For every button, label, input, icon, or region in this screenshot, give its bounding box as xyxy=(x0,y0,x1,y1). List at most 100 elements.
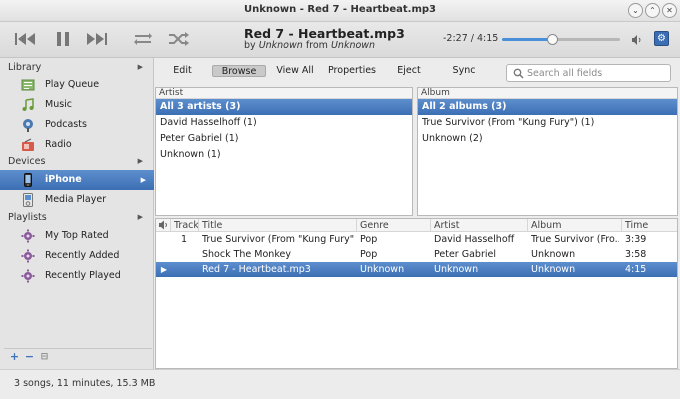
volume-icon[interactable] xyxy=(631,34,643,46)
by-label: by xyxy=(244,40,256,51)
sidebar-item-label: Recently Played xyxy=(45,270,121,281)
maximize-icon[interactable]: ⌃ xyxy=(645,3,660,18)
track-list: Track Title Genre Artist Album Time 1 Tr… xyxy=(155,218,678,369)
nav-sync-button[interactable]: Sync xyxy=(452,65,476,77)
table-row[interactable]: ▶ Red 7 - Heartbeat.mp3 Unknown Unknown … xyxy=(156,262,677,277)
close-icon[interactable]: ✕ xyxy=(662,3,677,18)
sidebar-item-recently-added[interactable]: Recently Added xyxy=(0,246,154,266)
nav-properties-button[interactable]: Properties xyxy=(328,65,376,77)
album-row[interactable]: All 2 albums (3) xyxy=(418,99,677,115)
now-playing-title: Red 7 - Heartbeat.mp3 xyxy=(244,26,405,41)
seek-slider[interactable] xyxy=(502,34,620,45)
column-header-title[interactable]: Title xyxy=(198,219,356,232)
sidebar-item-label: Media Player xyxy=(45,194,107,205)
sidebar-item-podcasts[interactable]: Podcasts xyxy=(0,115,154,135)
chevron-right-icon: ▶ xyxy=(137,63,143,71)
now-playing-artist: Unknown xyxy=(258,40,303,51)
playlist-options-icon[interactable]: ⊟ xyxy=(38,351,51,364)
nav-view-all-button[interactable]: View All xyxy=(276,65,314,77)
speaker-icon[interactable] xyxy=(156,219,170,232)
seek-progress xyxy=(502,38,552,41)
artist-pane: Artist All 3 artists (3) David Hasselhof… xyxy=(155,87,413,216)
artist-row[interactable]: Peter Gabriel (1) xyxy=(156,131,412,147)
chevron-right-icon: ▶ xyxy=(140,176,146,184)
search-box[interactable] xyxy=(506,64,671,82)
music-note-icon xyxy=(21,98,35,112)
table-row[interactable]: Shock The Monkey Pop Peter Gabriel Unkno… xyxy=(156,247,677,262)
settings-gear-icon[interactable]: ⚙ xyxy=(654,31,669,46)
add-playlist-icon[interactable]: + xyxy=(8,351,21,364)
artist-row[interactable]: All 3 artists (3) xyxy=(156,99,412,115)
cell-album: Unknown xyxy=(531,264,576,275)
cell-track: 1 xyxy=(180,234,188,245)
artist-row[interactable]: Unknown (1) xyxy=(156,147,412,163)
from-label: from xyxy=(305,40,328,51)
track-list-header: Track Title Genre Artist Album Time xyxy=(156,219,677,232)
column-header-genre[interactable]: Genre xyxy=(356,219,430,232)
shuffle-icon[interactable] xyxy=(166,28,192,50)
repeat-icon[interactable] xyxy=(130,28,156,50)
album-pane-header: Album xyxy=(418,88,677,99)
column-header-album[interactable]: Album xyxy=(527,219,621,232)
smart-playlist-icon xyxy=(21,229,35,243)
sidebar-item-label: Music xyxy=(45,99,73,110)
album-pane: Album All 2 albums (3) True Survivor (Fr… xyxy=(417,87,678,216)
status-text: 3 songs, 11 minutes, 15.3 MB xyxy=(14,378,156,389)
sidebar-item-recently-played[interactable]: Recently Played xyxy=(0,266,154,286)
artist-pane-header: Artist xyxy=(156,88,412,99)
cell-title: Shock The Monkey xyxy=(202,249,291,260)
window-titlebar: Unknown - Red 7 - Heartbeat.mp3 ⌄ ⌃ ✕ xyxy=(0,0,680,22)
seek-handle[interactable] xyxy=(546,34,558,45)
table-row[interactable]: 1 True Survivor (From "Kung Fury") Pop D… xyxy=(156,232,677,247)
time-display: -2:27 / 4:15 xyxy=(443,33,499,44)
search-icon xyxy=(513,68,524,79)
sidebar-item-music[interactable]: Music xyxy=(0,95,154,115)
nav-edit-button[interactable]: Edit xyxy=(169,65,196,77)
column-header-track[interactable]: Track xyxy=(170,219,199,232)
album-row[interactable]: Unknown (2) xyxy=(418,131,677,147)
nav-browse-button[interactable]: Browse xyxy=(212,65,266,77)
cell-time: 3:58 xyxy=(625,249,647,260)
sidebar-item-my-top-rated[interactable]: My Top Rated xyxy=(0,226,154,246)
nav-eject-button[interactable]: Eject xyxy=(395,65,423,77)
column-header-artist[interactable]: Artist xyxy=(430,219,527,232)
section-label: Devices xyxy=(8,156,46,167)
sidebar-item-play-queue[interactable]: Play Queue xyxy=(0,75,154,95)
previous-track-icon[interactable] xyxy=(12,28,38,50)
cell-genre: Pop xyxy=(360,249,378,260)
cell-album: Unknown xyxy=(531,249,576,260)
player-toolbar: Red 7 - Heartbeat.mp3 by Unknown from Un… xyxy=(0,22,680,58)
chevron-right-icon: ▶ xyxy=(137,213,143,221)
sidebar-item-radio[interactable]: Radio xyxy=(0,135,154,155)
search-input[interactable] xyxy=(527,66,667,80)
sidebar-item-label: My Top Rated xyxy=(45,230,109,241)
sidebar-item-label: iPhone xyxy=(45,174,82,185)
cell-genre: Unknown xyxy=(360,264,405,275)
now-playing-album: Unknown xyxy=(330,40,376,51)
collapse-icon[interactable]: ⌄ xyxy=(628,3,643,18)
artist-row[interactable]: David Hasselhoff (1) xyxy=(156,115,412,131)
pause-icon[interactable] xyxy=(50,28,76,50)
next-track-icon[interactable] xyxy=(84,28,110,50)
sidebar-item-media-player[interactable]: Media Player xyxy=(0,190,154,210)
section-label: Playlists xyxy=(8,212,47,223)
sidebar-section-playlists[interactable]: Playlists ▶ xyxy=(0,209,154,226)
cell-track xyxy=(172,247,196,262)
cell-time: 3:39 xyxy=(625,234,647,245)
cell-artist: Peter Gabriel xyxy=(434,249,496,260)
sidebar-section-library[interactable]: Library ▶ xyxy=(0,59,154,76)
sidebar-section-devices[interactable]: Devices ▶ xyxy=(0,153,154,170)
sidebar-item-iphone[interactable]: iPhone ▶ xyxy=(0,170,154,190)
remove-playlist-icon[interactable]: − xyxy=(23,351,36,364)
album-row[interactable]: True Survivor (From "Kung Fury") (1) xyxy=(418,115,677,131)
column-header-time[interactable]: Time xyxy=(621,219,677,232)
smart-playlist-icon xyxy=(21,249,35,263)
cell-genre: Pop xyxy=(360,234,378,245)
chevron-right-icon: ▶ xyxy=(137,157,143,165)
sidebar-item-label: Play Queue xyxy=(45,79,100,90)
sidebar-item-label: Recently Added xyxy=(45,250,120,261)
sidebar: Library ▶ Play Queue Music Podcasts Radi… xyxy=(0,58,154,369)
view-navbar: Edit Browse View All Properties Eject Sy… xyxy=(155,58,680,87)
sidebar-item-label: Podcasts xyxy=(45,119,87,130)
play-queue-icon xyxy=(21,78,35,92)
